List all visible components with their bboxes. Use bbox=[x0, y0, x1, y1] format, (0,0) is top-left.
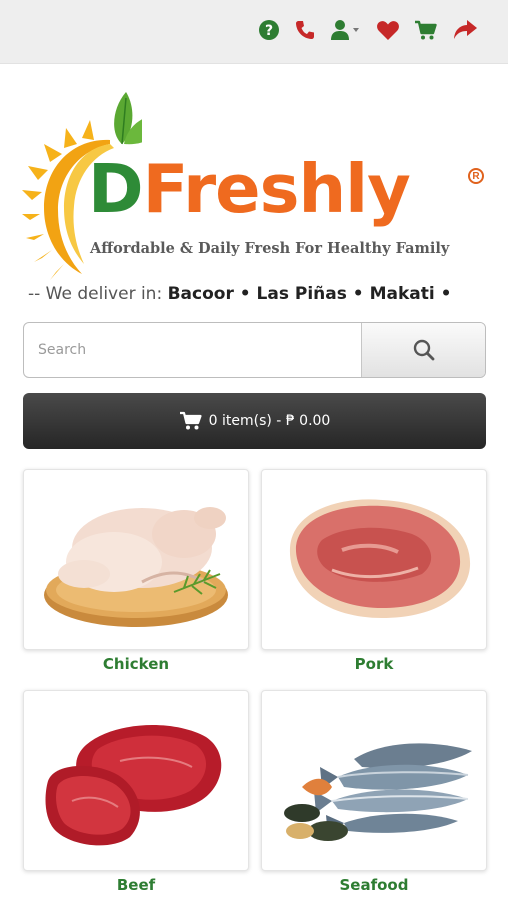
top-bar: ? bbox=[0, 0, 508, 64]
share-icon[interactable] bbox=[452, 14, 478, 46]
registered-mark: R bbox=[468, 168, 484, 184]
beef-image bbox=[45, 725, 222, 846]
category-card-pork[interactable] bbox=[261, 469, 487, 650]
seafood-image bbox=[284, 743, 472, 841]
category-label-beef[interactable]: Beef bbox=[23, 876, 249, 894]
search-icon bbox=[413, 339, 434, 361]
search-input[interactable] bbox=[24, 323, 361, 377]
cart-summary-button[interactable]: 0 item(s) - ₱ 0.00 bbox=[23, 393, 486, 449]
chicken-image bbox=[44, 507, 228, 627]
help-icon[interactable]: ? bbox=[258, 14, 280, 46]
logo[interactable]: DFreshly R Affordable & Daily Fresh For … bbox=[22, 78, 492, 284]
cart-summary-text: 0 item(s) - ₱ 0.00 bbox=[208, 413, 331, 429]
user-icon[interactable] bbox=[330, 14, 362, 46]
delivery-prefix: -- We deliver in: bbox=[28, 284, 163, 304]
category-label-chicken[interactable]: Chicken bbox=[23, 655, 249, 673]
category-card-beef[interactable] bbox=[23, 690, 249, 871]
category-card-chicken[interactable] bbox=[23, 469, 249, 650]
brand-tagline: Affordable & Daily Fresh For Healthy Fam… bbox=[90, 240, 450, 257]
heart-icon[interactable] bbox=[376, 14, 400, 46]
search-bar bbox=[23, 322, 486, 378]
delivery-area-list: Bacoor • Las Piñas • Makati • bbox=[167, 284, 452, 304]
delivery-areas: -- We deliver in: Bacoor • Las Piñas • M… bbox=[28, 284, 488, 304]
svg-text:?: ? bbox=[265, 23, 273, 39]
phone-icon[interactable] bbox=[294, 14, 316, 46]
cart-icon[interactable] bbox=[414, 14, 438, 46]
brand-wordmark: DFreshly bbox=[88, 150, 411, 228]
search-button[interactable] bbox=[361, 323, 485, 377]
header-icons: ? bbox=[258, 14, 478, 46]
category-card-seafood[interactable] bbox=[261, 690, 487, 871]
pork-image bbox=[289, 499, 471, 618]
shopping-cart-icon bbox=[179, 411, 202, 430]
category-label-seafood[interactable]: Seafood bbox=[261, 876, 487, 894]
category-label-pork[interactable]: Pork bbox=[261, 655, 487, 673]
